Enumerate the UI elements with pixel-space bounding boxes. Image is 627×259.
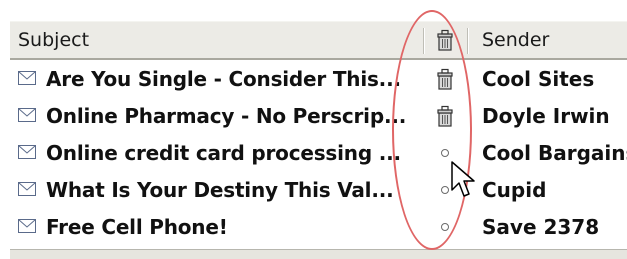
column-divider[interactable]	[467, 28, 468, 54]
sender-column-header[interactable]: Sender	[476, 22, 627, 58]
message-row[interactable]: Online Pharmacy - No Perscrip... Doyle I…	[10, 97, 627, 134]
message-subject: What Is Your Destiny This Val...	[46, 177, 394, 202]
message-sender: Doyle Irwin	[482, 103, 610, 128]
message-rows: Are You Single - Consider This... Cool S…	[10, 60, 627, 245]
message-row[interactable]: Free Cell Phone! Save 2378	[10, 208, 627, 245]
message-sender: Cool Bargains	[482, 140, 627, 165]
mouse-pointer-icon	[451, 161, 475, 197]
message-subject: Online Pharmacy - No Perscrip...	[46, 103, 407, 128]
envelope-icon	[18, 182, 36, 196]
envelope-icon	[18, 108, 36, 122]
envelope-icon	[18, 219, 36, 233]
junk-trash-can-icon	[437, 68, 453, 90]
junk-status-cell[interactable]	[424, 208, 466, 245]
message-subject: Free Cell Phone!	[46, 214, 228, 239]
message-sender: Cool Sites	[482, 66, 595, 91]
envelope-icon	[18, 71, 36, 85]
subject-column-label: Subject	[18, 29, 90, 51]
message-subject: Are You Single - Consider This...	[46, 66, 401, 91]
message-subject: Online credit card processing ...	[46, 140, 401, 165]
message-list: Subject Sender Are You Single - Consider…	[0, 0, 627, 259]
junk-status-cell[interactable]	[424, 97, 466, 134]
message-row[interactable]: Are You Single - Consider This... Cool S…	[10, 60, 627, 97]
junk-column-header[interactable]	[424, 22, 466, 58]
sender-column-label: Sender	[482, 29, 550, 51]
junk-toggle-dot-icon	[441, 185, 449, 194]
message-row[interactable]: What Is Your Destiny This Val... Cupid	[10, 171, 627, 208]
message-sender: Save 2378	[482, 214, 600, 239]
list-bottom-bar	[10, 249, 627, 259]
message-row[interactable]: Online credit card processing ... Cool B…	[10, 134, 627, 171]
column-header-bar: Subject Sender	[10, 21, 627, 60]
subject-column-header[interactable]: Subject	[18, 22, 418, 58]
message-sender: Cupid	[482, 177, 547, 202]
envelope-icon	[18, 145, 36, 159]
junk-status-cell[interactable]	[424, 60, 466, 97]
junk-toggle-dot-icon	[441, 222, 449, 231]
junk-toggle-dot-icon	[441, 148, 449, 157]
junk-trash-can-icon	[437, 29, 453, 51]
junk-trash-can-icon	[437, 105, 453, 127]
